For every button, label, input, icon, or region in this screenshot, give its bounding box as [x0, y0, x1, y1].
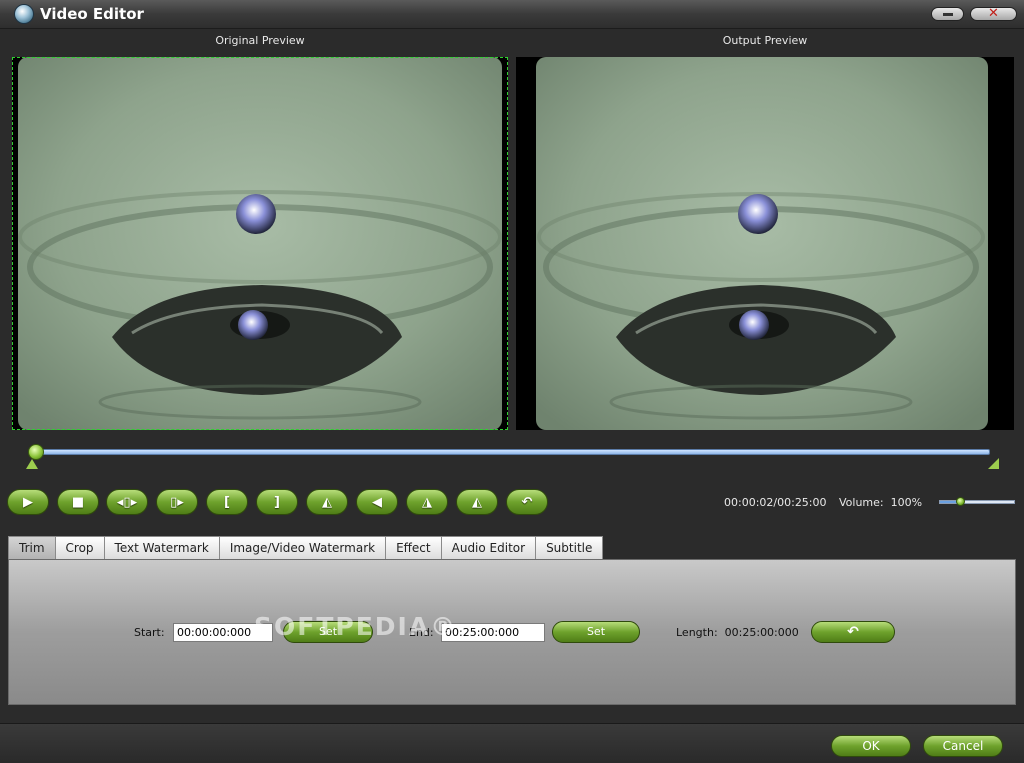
- length-value: 00:25:00:000: [724, 626, 799, 639]
- stop-button[interactable]: ■: [57, 489, 99, 515]
- tab-subtitle[interactable]: Subtitle: [536, 536, 604, 560]
- title-bar: Video Editor ✕: [0, 0, 1024, 29]
- timeline-slider[interactable]: [37, 449, 990, 455]
- mark-in-button[interactable]: [: [206, 489, 248, 515]
- start-label: Start:: [134, 626, 165, 639]
- rotate-left-icon: ◮: [422, 494, 432, 510]
- flip-horizontal-button[interactable]: ◭: [306, 489, 348, 515]
- volume-label: Volume: 100%: [839, 496, 923, 509]
- play-button[interactable]: ▶: [7, 489, 49, 515]
- ok-button[interactable]: OK: [831, 735, 911, 757]
- undo-icon: ↶: [521, 494, 533, 510]
- original-preview[interactable]: [12, 57, 508, 430]
- close-icon: ✕: [988, 6, 999, 21]
- tab-trim[interactable]: Trim: [8, 536, 56, 560]
- end-label: End:: [409, 626, 434, 639]
- time-readout: 00:00:02/00:25:00: [724, 496, 827, 509]
- volume-value: 100%: [890, 496, 923, 509]
- undo-button[interactable]: ↶: [506, 489, 548, 515]
- rotate-left-button[interactable]: ◮: [406, 489, 448, 515]
- editor-tabs: Trim Crop Text Watermark Image/Video Waterm…: [8, 536, 604, 560]
- start-time-input[interactable]: 00:00:00:000: [173, 623, 273, 642]
- flip-vertical-icon: ◀: [372, 494, 382, 510]
- bracket-left-icon: [: [224, 494, 230, 510]
- output-preview-label: Output Preview: [722, 34, 808, 47]
- tab-crop[interactable]: Crop: [55, 536, 105, 560]
- water-drop-frame: [18, 57, 502, 430]
- tab-text-watermark[interactable]: Text Watermark: [104, 536, 220, 560]
- prev-frame-button[interactable]: ◂▯▸: [106, 489, 148, 515]
- volume-slider[interactable]: [939, 500, 1015, 504]
- flip-vertical-button[interactable]: ◀: [356, 489, 398, 515]
- end-time-input[interactable]: 00:25:00:000: [441, 623, 545, 642]
- step-back-icon: ◂▯▸: [116, 494, 138, 510]
- trim-end-marker[interactable]: [988, 458, 999, 469]
- rotate-right-button[interactable]: ◭: [456, 489, 498, 515]
- original-preview-label: Original Preview: [215, 34, 305, 47]
- mark-out-button[interactable]: ]: [256, 489, 298, 515]
- set-end-button[interactable]: Set: [552, 621, 640, 643]
- window-title: Video Editor: [40, 5, 144, 23]
- play-icon: ▶: [23, 494, 33, 510]
- timeline-playhead[interactable]: [28, 444, 44, 460]
- close-button[interactable]: ✕: [970, 6, 1017, 21]
- bracket-right-icon: ]: [274, 494, 280, 510]
- flip-horizontal-icon: ◭: [322, 494, 332, 510]
- set-start-button[interactable]: Set: [283, 621, 373, 643]
- rotate-right-icon: ◭: [472, 494, 482, 510]
- tab-audio-editor[interactable]: Audio Editor: [441, 536, 537, 560]
- step-forward-icon: ▯▸: [170, 494, 184, 510]
- minimize-button[interactable]: [931, 7, 964, 21]
- reset-icon: ↶: [847, 624, 859, 640]
- stop-icon: ■: [71, 494, 85, 510]
- cancel-button[interactable]: Cancel: [923, 735, 1003, 757]
- tab-effect[interactable]: Effect: [386, 536, 442, 560]
- reset-trim-button[interactable]: ↶: [811, 621, 895, 643]
- volume-knob[interactable]: [955, 497, 965, 506]
- tab-image-video-watermark[interactable]: Image/Video Watermark: [219, 536, 387, 560]
- length-label: Length: 00:25:00:000: [676, 626, 799, 639]
- next-frame-button[interactable]: ▯▸: [156, 489, 198, 515]
- trim-start-marker[interactable]: [26, 459, 38, 469]
- output-preview: [516, 57, 1014, 430]
- video-editor-app-icon: [14, 4, 34, 24]
- water-drop-frame: [536, 57, 988, 430]
